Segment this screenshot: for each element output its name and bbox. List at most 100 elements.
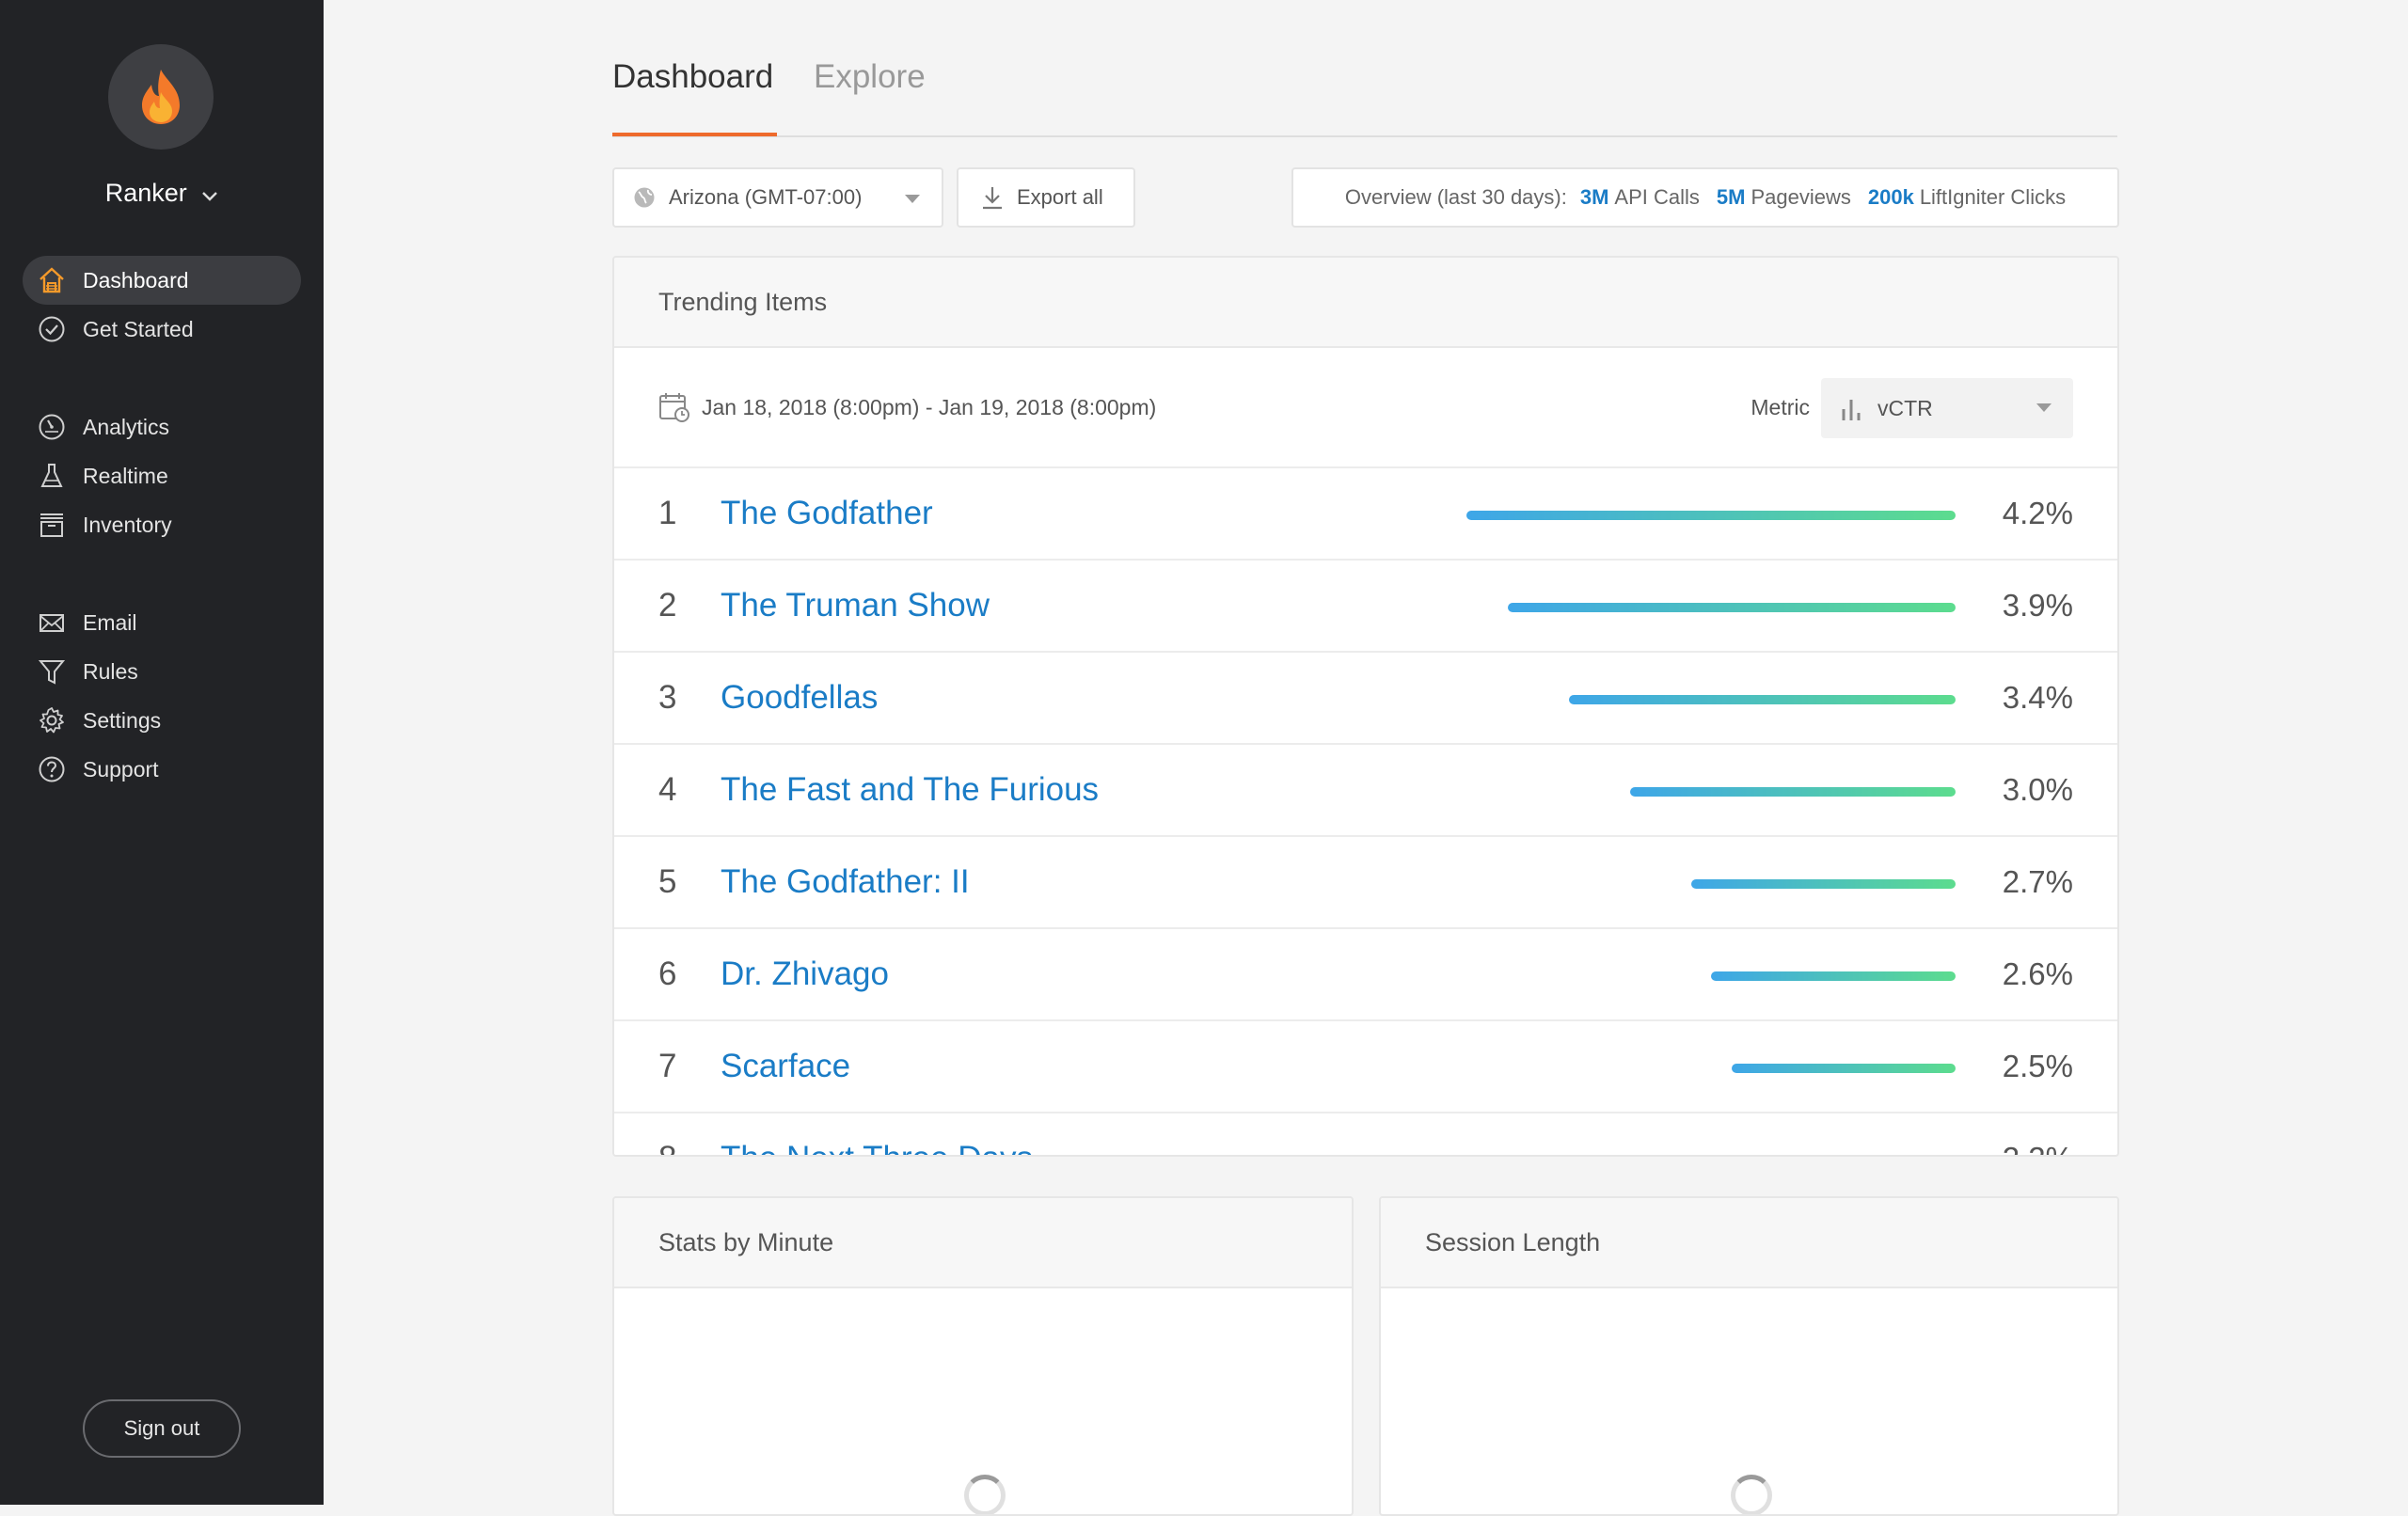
- sidebar-item-label: Analytics: [83, 414, 170, 439]
- sidebar-item-label: Email: [83, 609, 137, 635]
- trending-rank: 5: [658, 863, 677, 900]
- sidebar-item-label: Inventory: [83, 512, 172, 537]
- trending-list: 1 The Godfather 4.2% 2 The Truman Show 3.9% 3 G…: [614, 468, 2117, 1157]
- overview-stat-value: 200k: [1867, 185, 1914, 209]
- metric-bar: [1629, 787, 1956, 797]
- export-all-button[interactable]: Export all: [957, 167, 1135, 228]
- panel-title: Session Length: [1381, 1198, 2117, 1288]
- trending-metric-value: 2.6%: [2002, 956, 2073, 991]
- trending-row: 1 The Godfather 4.2%: [614, 468, 2117, 561]
- trending-metric-value: 3.0%: [2002, 772, 2073, 807]
- trending-rank: 8: [658, 1140, 721, 1155]
- sidebar-item-settings[interactable]: Settings: [23, 696, 301, 745]
- calendar-clock-icon: [658, 391, 690, 423]
- inventory-icon: [36, 509, 68, 541]
- trending-row: 3 Goodfellas 3.4%: [614, 653, 2117, 745]
- sidebar-item-analytics[interactable]: Analytics: [23, 403, 301, 451]
- account-name: Ranker: [104, 179, 187, 207]
- check-circle-icon: [36, 313, 68, 345]
- trending-item-link[interactable]: Scarface: [721, 1048, 850, 1085]
- metric-bar-track: [1466, 879, 1956, 889]
- caret-down-icon: [2036, 403, 2052, 413]
- trending-item-link[interactable]: The Godfather: II: [721, 863, 970, 901]
- metric-bar-track: [1466, 511, 1956, 520]
- chevron-down-icon: [201, 180, 218, 209]
- overview-stat-label: API Calls: [1614, 185, 1700, 209]
- panel-title: Stats by Minute: [614, 1198, 1352, 1288]
- timezone-value: Arizona (GMT-07:00): [669, 185, 863, 209]
- metric-bar: [1731, 1064, 1956, 1073]
- sidebar-item-realtime[interactable]: Realtime: [23, 451, 301, 500]
- active-tab-indicator: [612, 133, 777, 136]
- envelope-icon: [36, 607, 68, 639]
- sidebar-item-label: Settings: [83, 707, 162, 733]
- timezone-select[interactable]: Arizona (GMT-07:00): [612, 167, 943, 228]
- download-icon: [981, 185, 1004, 210]
- loading-spinner-icon: [964, 1475, 1006, 1514]
- trending-item-link[interactable]: The Fast and The Furious: [721, 771, 1099, 809]
- metric-value: vCTR: [1877, 395, 1933, 420]
- trending-item-link[interactable]: The Next Three Days: [721, 1140, 1033, 1155]
- overview-stat-label: LiftIgniter Clicks: [1919, 185, 2067, 209]
- bar-chart-icon: [1840, 396, 1864, 420]
- sidebar-item-get-started[interactable]: Get Started: [23, 305, 301, 354]
- metric-bar-track: [1466, 1156, 1956, 1157]
- trending-metric-value: 3.9%: [2002, 588, 2073, 623]
- trending-rank: 3: [658, 679, 677, 716]
- gauge-icon: [36, 411, 68, 443]
- metric-bar: [1507, 603, 1956, 612]
- trending-rank: 6: [658, 955, 677, 992]
- trending-metric-value: 2.5%: [2002, 1049, 2073, 1083]
- overview-stat-value: 5M: [1716, 185, 1746, 209]
- loading-spinner-icon: [1731, 1475, 1772, 1514]
- panel-title: Trending Items: [614, 258, 2117, 348]
- sidebar-item-support[interactable]: Support: [23, 745, 301, 794]
- gear-icon: [36, 704, 68, 736]
- trending-row: 5 The Godfather: II 2.7%: [614, 837, 2117, 929]
- metric-bar-track: [1466, 1064, 1956, 1073]
- trending-row: 8The Next Three Days 2.2%: [614, 1113, 2117, 1157]
- sidebar-item-label: Rules: [83, 658, 138, 684]
- trending-item-link[interactable]: The Truman Show: [721, 587, 990, 624]
- account-switcher[interactable]: Ranker: [0, 179, 324, 209]
- metric-select[interactable]: vCTR: [1821, 378, 2073, 438]
- trending-row: 6 Dr. Zhivago 2.6%: [614, 929, 2117, 1021]
- trending-items-panel: Trending Items Jan 18, 2018 (8:00pm) - J…: [612, 256, 2119, 1157]
- date-range-text: Jan 18, 2018 (8:00pm) - Jan 19, 2018 (8:…: [702, 394, 1157, 419]
- trending-item-link[interactable]: The Godfather: [721, 495, 933, 532]
- metric-bar: [1760, 1156, 1956, 1157]
- filter-icon: [36, 655, 68, 687]
- overview-stat-value: 3M: [1579, 185, 1609, 209]
- sidebar-item-label: Realtime: [83, 463, 168, 488]
- tab-explore[interactable]: Explore: [814, 58, 926, 96]
- sidebar-item-rules[interactable]: Rules: [23, 647, 301, 696]
- sidebar-item-email[interactable]: Email: [23, 598, 301, 647]
- date-range-picker[interactable]: Jan 18, 2018 (8:00pm) - Jan 19, 2018 (8:…: [658, 391, 1156, 423]
- overview-stat-label: Pageviews: [1751, 185, 1851, 209]
- sidebar-item-label: Support: [83, 756, 159, 782]
- overview-prefix: Overview (last 30 days):: [1344, 185, 1567, 209]
- tab-bar: Dashboard Explore: [612, 0, 2117, 137]
- trending-rank: 4: [658, 771, 677, 808]
- trending-row: 7 Scarface 2.5%: [614, 1021, 2117, 1113]
- trending-item-link[interactable]: Dr. Zhivago: [721, 955, 889, 993]
- trending-metric-value: 2.2%: [2003, 1141, 2073, 1155]
- flame-logo-icon[interactable]: [108, 44, 214, 150]
- trending-filter-row: Jan 18, 2018 (8:00pm) - Jan 19, 2018 (8:…: [614, 348, 2117, 468]
- sidebar: Ranker Dashboard Get Started Analytics R…: [0, 0, 324, 1505]
- trending-row: 2 The Truman Show 3.9%: [614, 561, 2117, 653]
- trending-metric-value: 3.4%: [2002, 680, 2073, 715]
- flask-icon: [36, 460, 68, 492]
- tab-dashboard[interactable]: Dashboard: [612, 58, 773, 96]
- metric-bar: [1691, 879, 1956, 889]
- metric-bar-track: [1466, 603, 1956, 612]
- sign-out-button[interactable]: Sign out: [83, 1399, 241, 1458]
- sidebar-item-dashboard[interactable]: Dashboard: [23, 256, 301, 305]
- sidebar-item-label: Get Started: [83, 316, 194, 341]
- home-icon: [36, 264, 68, 296]
- trending-item-link[interactable]: Goodfellas: [721, 679, 878, 717]
- sidebar-item-inventory[interactable]: Inventory: [23, 500, 301, 549]
- metric-bar-track: [1466, 787, 1956, 797]
- metric-label: Metric: [1751, 394, 1810, 419]
- trending-metric-value: 4.2%: [2002, 496, 2073, 530]
